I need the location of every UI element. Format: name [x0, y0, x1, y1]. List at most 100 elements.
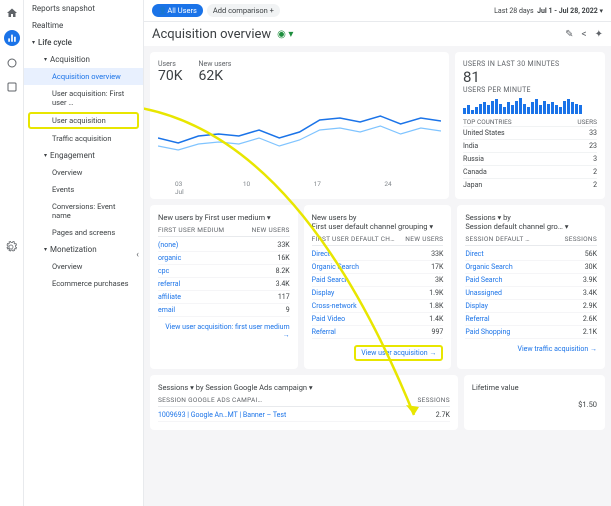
table-row-val: 1.4K	[429, 315, 443, 323]
sidebar-item[interactable]: ▾ Life cycle	[24, 34, 143, 51]
sidebar-item[interactable]: User acquisition	[28, 112, 139, 129]
country-row: Japan2	[463, 178, 597, 191]
lv-header: Lifetime value	[472, 383, 597, 392]
overview-chart-card: Users70K New users62K 03 10 17 24 Jul	[150, 52, 449, 199]
trend-chart: 03 10 17 24 Jul	[158, 88, 441, 188]
table-row-key[interactable]: Paid Shopping	[465, 328, 510, 336]
realtime-card: USERS IN LAST 30 MINUTES 81 USERS PER MI…	[455, 52, 605, 199]
rt-subheader: USERS PER MINUTE	[463, 86, 597, 94]
view-link[interactable]: View user acquisition →	[354, 345, 443, 361]
table-header[interactable]: New users by First user default channel …	[312, 213, 444, 231]
range-label: Last 28 days	[494, 7, 533, 15]
sidebar-item[interactable]: Traffic acquisition	[24, 130, 143, 147]
table-row-val: 2.1K	[583, 328, 597, 336]
table-row-val: 997	[432, 328, 444, 336]
table-row-val: 56K	[585, 250, 597, 258]
ads-icon[interactable]	[5, 80, 19, 94]
ads-row-key[interactable]: 1009693 | Google An…MT | Banner – Test	[158, 411, 286, 419]
home-icon[interactable]	[5, 6, 19, 20]
table-row-key[interactable]: Direct	[465, 250, 483, 258]
table-card: Sessions ▾ by Session default channel gr…	[457, 205, 605, 369]
table-row-key[interactable]: Referral	[312, 328, 336, 336]
table-card: New users by First user default channel …	[304, 205, 452, 369]
table-row-val: 2.6K	[583, 315, 597, 323]
customize-icon[interactable]: ✎	[565, 29, 573, 40]
table-header[interactable]: New users by First user medium ▾	[158, 213, 290, 222]
table-row-key[interactable]: Cross-network	[312, 302, 357, 310]
sidebar-item[interactable]: Overview	[24, 258, 143, 275]
sidebar-item[interactable]: ▾ Acquisition	[24, 51, 143, 68]
table-row-val: 17K	[431, 263, 443, 271]
table-row-val: 3K	[435, 276, 443, 284]
table-row-key[interactable]: Display	[465, 302, 488, 310]
share-icon[interactable]: <	[582, 29, 587, 40]
table-row-val: 1.9K	[429, 289, 443, 297]
sidebar-item[interactable]: Conversions: Event name	[24, 198, 143, 224]
table-row-key[interactable]: Organic Search	[312, 263, 359, 271]
table-row-key[interactable]: Display	[312, 289, 335, 297]
table-row-key[interactable]: cpc	[158, 267, 169, 275]
add-comparison[interactable]: Add comparison +	[207, 4, 280, 17]
view-link[interactable]: View traffic acquisition →	[465, 345, 597, 353]
table-row-key[interactable]: Referral	[465, 315, 489, 323]
table-row-key[interactable]: Paid Video	[312, 315, 345, 323]
ads-card: Sessions ▾ by Session Google Ads campaig…	[150, 375, 458, 430]
page-title: Acquisition overview	[152, 27, 271, 42]
table-row-val: 2.9K	[583, 302, 597, 310]
sidebar-item[interactable]: User acquisition: First user …	[24, 85, 143, 111]
country-row: Canada2	[463, 165, 597, 178]
table-row-val: 117	[278, 293, 290, 301]
topbar: 👤 All Users Add comparison + Last 28 day…	[144, 0, 611, 22]
sidebar-item[interactable]: Pages and screens	[24, 224, 143, 241]
sidebar-item[interactable]: ▾ Monetization	[24, 241, 143, 258]
table-row-val: 16K	[277, 254, 289, 262]
sidebar-item[interactable]: Ecommerce purchases	[24, 275, 143, 292]
rt-count: 81	[463, 68, 597, 86]
rt-bars	[463, 96, 597, 114]
ads-row-val: 2.7K	[436, 411, 450, 419]
settings-icon[interactable]	[5, 241, 17, 256]
table-row-key[interactable]: organic	[158, 254, 181, 262]
table-header[interactable]: Sessions ▾ by Session default channel gr…	[465, 213, 597, 231]
table-row-key[interactable]: referral	[158, 280, 180, 288]
status-icon[interactable]: ◉ ▾	[277, 29, 293, 40]
date-range[interactable]: Jul 1 - Jul 28, 2022	[537, 7, 598, 15]
ads-header[interactable]: Sessions ▾ by Session Google Ads campaig…	[158, 383, 450, 392]
insights-icon[interactable]: ✦	[595, 29, 603, 40]
country-row: Russia3	[463, 152, 597, 165]
lifetime-value-card: Lifetime value $1.50	[464, 375, 605, 430]
segment-pill[interactable]: 👤 All Users	[152, 4, 203, 17]
sidebar-item[interactable]: ▾ Engagement	[24, 147, 143, 164]
view-link[interactable]: View user acquisition: first user medium…	[158, 323, 290, 339]
table-row-key[interactable]: Paid Search	[312, 276, 349, 284]
table-row-key[interactable]: email	[158, 306, 175, 314]
table-row-key[interactable]: Direct	[312, 250, 330, 258]
explore-icon[interactable]	[5, 56, 19, 70]
sidebar-item[interactable]: Reports snapshot	[24, 0, 143, 17]
table-row-val: 9	[286, 306, 290, 314]
sidebar-item[interactable]: Acquisition overview	[24, 68, 143, 85]
sidebar-item[interactable]: Realtime	[24, 17, 143, 34]
table-row-key[interactable]: Organic Search	[465, 263, 512, 271]
table-row-key[interactable]: (none)	[158, 241, 178, 249]
newusers-value: 62K	[199, 68, 232, 84]
country-row: India23	[463, 139, 597, 152]
reports-icon[interactable]	[4, 30, 20, 46]
collapse-icon[interactable]: ‹	[136, 250, 139, 260]
table-row-val: 3.4K	[583, 289, 597, 297]
table-row-val: 3.9K	[583, 276, 597, 284]
users-value: 70K	[158, 68, 183, 84]
users-label: Users	[158, 60, 183, 68]
lv-price: $1.50	[472, 400, 597, 409]
table-row-val: 1.8K	[429, 302, 443, 310]
table-row-val: 3.4K	[276, 280, 290, 288]
sidebar-item[interactable]: Events	[24, 181, 143, 198]
table-row-val: 33K	[431, 250, 443, 258]
country-row: United States33	[463, 126, 597, 139]
table-row-key[interactable]: Paid Search	[465, 276, 502, 284]
sidebar-item[interactable]: Overview	[24, 164, 143, 181]
rt-header: USERS IN LAST 30 MINUTES	[463, 60, 597, 68]
table-row-key[interactable]: Unassigned	[465, 289, 502, 297]
sidebar: Reports snapshotRealtime▾ Life cycle▾ Ac…	[24, 0, 144, 506]
table-row-key[interactable]: affiliate	[158, 293, 181, 301]
